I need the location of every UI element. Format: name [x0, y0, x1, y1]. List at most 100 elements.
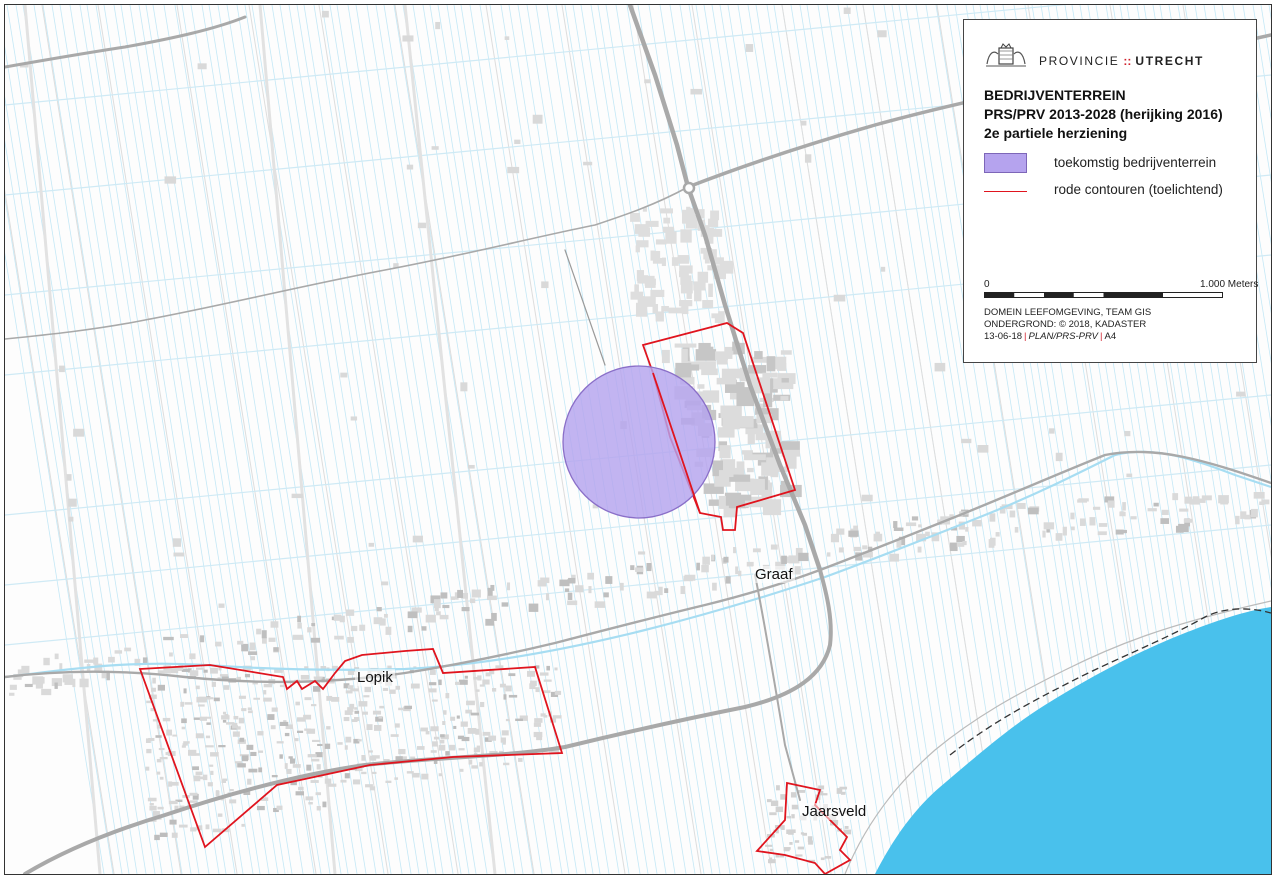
building	[258, 767, 263, 773]
building	[156, 771, 161, 775]
building	[229, 799, 237, 804]
building	[917, 546, 922, 553]
building	[257, 750, 264, 753]
building	[456, 715, 460, 719]
building	[762, 372, 778, 378]
building	[603, 592, 609, 598]
ditch	[837, 5, 978, 874]
building	[961, 438, 972, 444]
building	[594, 601, 606, 608]
building	[189, 800, 198, 803]
building	[162, 717, 171, 722]
footer-date: 13-06-18	[984, 331, 1023, 342]
building	[453, 725, 457, 729]
building	[470, 712, 479, 716]
building	[178, 824, 188, 828]
building	[1014, 526, 1019, 533]
building	[200, 635, 205, 643]
building	[182, 743, 188, 746]
building	[213, 697, 220, 702]
building	[307, 754, 317, 758]
building	[769, 857, 773, 864]
building	[198, 704, 205, 707]
future-business-zone[interactable]	[562, 365, 716, 519]
building	[751, 478, 765, 492]
building	[68, 516, 74, 522]
building	[68, 498, 77, 507]
building	[460, 382, 468, 392]
building	[237, 763, 246, 768]
building	[364, 686, 372, 693]
building	[830, 533, 839, 543]
building	[428, 688, 437, 693]
building	[745, 44, 754, 52]
building	[402, 35, 414, 42]
building	[487, 595, 497, 601]
building	[712, 582, 717, 591]
building	[250, 751, 257, 757]
building	[385, 626, 392, 635]
building	[311, 758, 320, 762]
building	[344, 745, 348, 750]
building	[686, 288, 692, 299]
building	[459, 768, 464, 772]
building	[295, 791, 305, 796]
building	[347, 670, 355, 675]
building	[297, 615, 302, 623]
building	[410, 683, 420, 689]
building	[334, 635, 344, 640]
ditch	[33, 5, 174, 874]
building	[438, 744, 446, 751]
building	[390, 734, 399, 737]
building	[568, 577, 576, 584]
building	[690, 88, 703, 95]
building	[714, 475, 731, 487]
building	[168, 781, 173, 787]
ditch	[251, 5, 392, 874]
ditch	[262, 5, 403, 874]
building	[528, 603, 539, 612]
building	[719, 445, 731, 459]
building	[311, 623, 316, 627]
building	[250, 656, 255, 661]
building	[163, 636, 174, 641]
building	[221, 779, 227, 784]
building	[702, 299, 714, 309]
legend-label-future-zone: toekomstig bedrijventerrein	[1054, 155, 1217, 170]
building	[233, 715, 239, 720]
building	[435, 21, 441, 30]
building	[786, 815, 792, 819]
ditch	[5, 196, 114, 874]
building	[861, 494, 873, 502]
building	[205, 824, 210, 830]
building	[501, 602, 509, 607]
building	[420, 727, 428, 732]
building	[736, 461, 745, 475]
building	[59, 365, 65, 373]
building	[630, 565, 635, 571]
building	[181, 726, 186, 730]
building	[347, 685, 354, 690]
building	[762, 499, 782, 516]
building	[276, 805, 283, 810]
building	[431, 699, 438, 702]
building	[824, 856, 832, 859]
building	[241, 823, 245, 827]
building	[783, 848, 790, 852]
building	[383, 613, 388, 618]
building	[149, 802, 154, 806]
building	[461, 607, 470, 612]
building	[873, 533, 883, 542]
building	[918, 524, 922, 528]
building	[310, 637, 321, 643]
building	[412, 772, 420, 778]
building	[464, 675, 468, 679]
building	[292, 634, 304, 640]
building	[263, 697, 272, 702]
building	[365, 784, 373, 788]
building	[9, 684, 17, 690]
building	[215, 790, 220, 797]
building	[820, 857, 825, 861]
building	[752, 548, 761, 553]
building	[370, 755, 377, 761]
